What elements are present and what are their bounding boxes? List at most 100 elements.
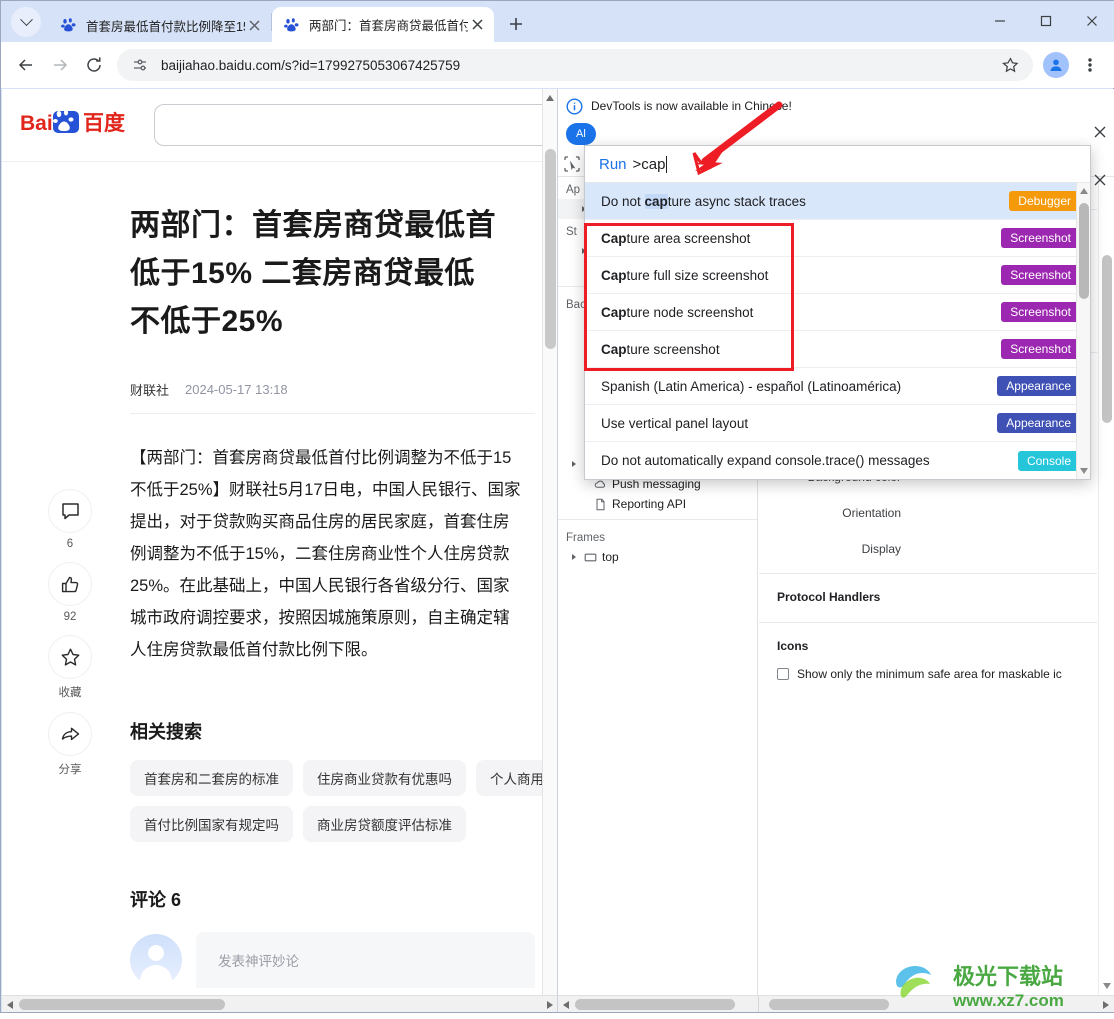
divider <box>759 573 1097 574</box>
account-avatar-icon[interactable] <box>1039 48 1073 82</box>
like-count: 92 <box>63 611 77 623</box>
devtools-vertical-scrollbar[interactable] <box>1098 177 1114 995</box>
info-icon <box>566 97 583 115</box>
page-vertical-scrollbar[interactable] <box>542 89 557 1012</box>
like-action[interactable]: 92 <box>40 562 100 623</box>
command-label: Capture area screenshot <box>601 230 751 246</box>
devtools-banner-button[interactable]: Al <box>566 123 596 145</box>
command-label: Capture node screenshot <box>601 304 754 320</box>
scroll-left-icon[interactable] <box>563 1001 569 1009</box>
related-chip[interactable]: 首套房和二套房的标准 <box>130 760 293 796</box>
devtools-horizontal-scrollbar[interactable] <box>558 995 1114 1012</box>
divider <box>759 622 1097 623</box>
share-action[interactable]: 分享 <box>40 712 100 777</box>
address-bar[interactable]: baijiahao.baidu.com/s?id=179927505306742… <box>117 49 1033 81</box>
manifest-section-icons: Icons <box>777 639 809 653</box>
related-chip[interactable]: 住房商业贷款有优惠吗 <box>303 760 466 796</box>
command-palette-scrollbar[interactable] <box>1076 183 1090 479</box>
tree-item-top-frame[interactable]: top <box>558 547 757 567</box>
article-title-line: 低于15% 二套房商贷最低 <box>130 257 475 290</box>
scroll-down-icon[interactable] <box>1103 983 1111 989</box>
baidu-logo[interactable]: Bai 百度 <box>20 105 130 145</box>
maskable-icons-checkbox-row[interactable]: Show only the minimum safe area for mask… <box>759 657 1097 681</box>
expand-triangle-icon[interactable] <box>570 460 582 468</box>
command-palette-item[interactable]: Capture screenshot Screenshot <box>585 331 1090 368</box>
divider <box>130 413 535 414</box>
three-dots-menu-icon[interactable] <box>1073 48 1107 82</box>
favorite-action[interactable]: 收藏 <box>40 635 100 700</box>
new-tab-button[interactable] <box>502 10 530 38</box>
scroll-right-icon[interactable] <box>1103 1001 1109 1009</box>
browser-tab-1[interactable]: 首套房最低首付款比例降至15% <box>49 8 271 42</box>
scroll-left-icon[interactable] <box>7 1001 13 1009</box>
baidu-site-header: Bai 百度 <box>2 89 557 162</box>
command-palette-input[interactable]: Run >cap <box>585 146 1090 183</box>
command-palette-item[interactable]: Capture area screenshot Screenshot <box>585 220 1090 257</box>
page-viewport: Bai 百度 两部门：首套房商贷最低首 低于15% 二套房商贷最低 不低于25%… <box>2 89 558 1012</box>
maximize-icon[interactable] <box>1023 1 1069 41</box>
reload-icon[interactable] <box>77 48 111 82</box>
minimize-icon[interactable] <box>977 1 1023 41</box>
close-icon[interactable] <box>245 16 263 34</box>
baidu-search-input[interactable] <box>154 104 557 146</box>
avatar <box>1043 52 1069 78</box>
scrollbar-thumb[interactable] <box>545 149 556 349</box>
expand-triangle-icon[interactable] <box>570 553 582 561</box>
maskable-icons-checkbox-label: Show only the minimum safe area for mask… <box>797 667 1062 681</box>
article-body-line: 例调整为不低于15%，二套住房商业性个人住房贷款 <box>130 545 510 563</box>
svg-text:百度: 百度 <box>83 111 125 135</box>
browser-toolbar: baijiahao.baidu.com/s?id=179927505306742… <box>1 42 1114 88</box>
article-body-line: 不低于25%】财联社5月17日电，中国人民银行、国家 <box>130 481 521 499</box>
share-label: 分享 <box>58 764 82 776</box>
text-caret <box>666 155 668 173</box>
article-title-line: 两部门：首套房商贷最低首 <box>130 209 496 242</box>
scrollbar-thumb[interactable] <box>1079 203 1089 299</box>
back-arrow-icon[interactable] <box>9 48 43 82</box>
checkbox[interactable] <box>777 668 789 680</box>
scrollbar-thumb[interactable] <box>575 999 735 1010</box>
scroll-down-icon[interactable] <box>1080 468 1088 474</box>
close-icon[interactable] <box>1093 125 1107 144</box>
scroll-right-icon[interactable] <box>547 1001 553 1009</box>
frame-icon <box>582 551 598 564</box>
command-category-badge: Console <box>1017 450 1080 471</box>
forward-arrow-icon[interactable] <box>43 48 77 82</box>
comment-input[interactable]: 发表神评妙论 <box>196 932 535 988</box>
related-chip[interactable]: 商业房贷额度评估标准 <box>303 806 466 842</box>
scrollbar-thumb[interactable] <box>1102 255 1112 423</box>
command-palette-item[interactable]: Capture full size screenshot Screenshot <box>585 257 1090 294</box>
comment-action[interactable]: 6 <box>40 489 100 550</box>
browser-tab-2[interactable]: 两部门：首套房商贷最低首付比 <box>272 7 494 42</box>
command-label: Spanish (Latin America) - español (Latin… <box>601 378 902 394</box>
command-category-badge: Appearance <box>997 376 1080 396</box>
command-palette-item[interactable]: Use vertical panel layout Appearance <box>585 405 1090 442</box>
devtools-command-palette[interactable]: Run >cap Do not capture async stack trac… <box>584 145 1091 480</box>
close-icon[interactable] <box>468 16 486 34</box>
star-icon[interactable] <box>993 48 1027 82</box>
scroll-up-icon[interactable] <box>546 95 554 101</box>
article-title-line: 不低于25% <box>130 305 284 338</box>
command-palette-item[interactable]: Spanish (Latin America) - español (Latin… <box>585 368 1090 405</box>
close-icon[interactable] <box>1069 1 1114 41</box>
inspect-element-icon[interactable] <box>564 155 580 172</box>
tab-search-button[interactable] <box>11 7 41 37</box>
tree-item-reporting-api[interactable]: Reporting API <box>558 494 757 514</box>
scrollbar-thumb[interactable] <box>769 999 889 1010</box>
site-settings-icon[interactable] <box>131 56 149 74</box>
share-icon <box>48 712 92 756</box>
page-horizontal-scrollbar[interactable] <box>2 995 557 1012</box>
command-palette-query: >cap <box>632 155 666 173</box>
command-category-badge: Screenshot <box>1001 302 1080 322</box>
tab-title: 两部门：首套房商贷最低首付比 <box>309 19 468 33</box>
article-meta: 财联社 2024-05-17 13:18 <box>130 380 535 399</box>
command-category-badge: Screenshot <box>1001 265 1080 285</box>
scrollbar-thumb[interactable] <box>19 999 225 1010</box>
related-chip[interactable]: 首付比例国家有规定吗 <box>130 806 293 842</box>
command-palette-item[interactable]: Do not automatically expand console.trac… <box>585 442 1090 479</box>
command-palette-item[interactable]: Do not capture async stack traces Debugg… <box>585 183 1090 220</box>
command-label: Use vertical panel layout <box>601 415 749 431</box>
avatar <box>130 934 182 986</box>
command-palette-item[interactable]: Capture node screenshot Screenshot <box>585 294 1090 331</box>
scroll-up-icon[interactable] <box>1080 188 1088 194</box>
close-icon[interactable] <box>1093 173 1107 192</box>
